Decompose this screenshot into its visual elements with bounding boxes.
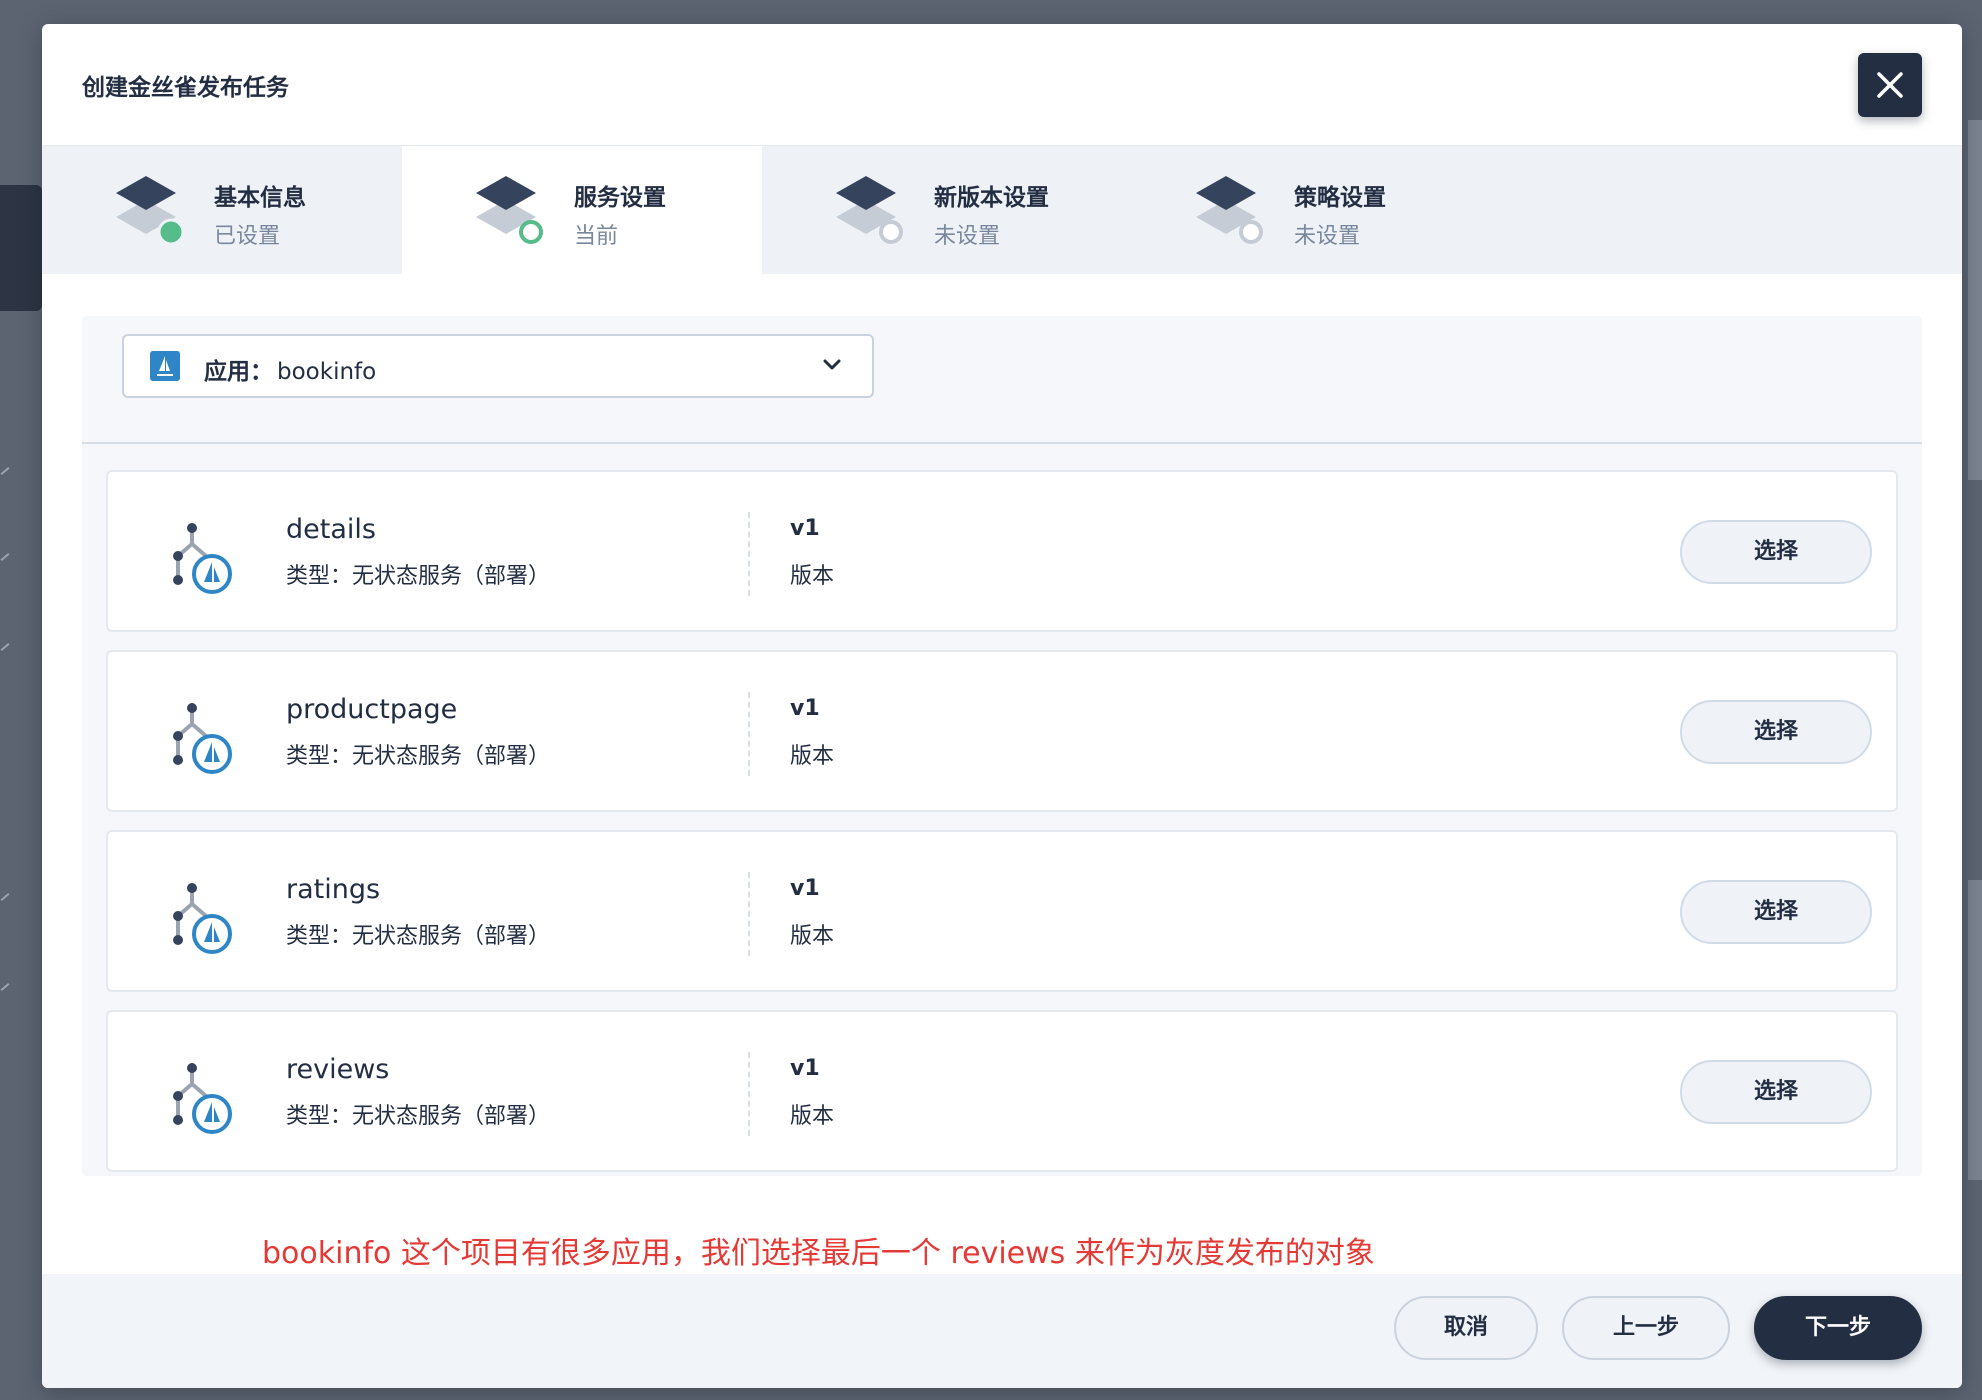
divider xyxy=(748,872,750,956)
step-title: 策略设置 xyxy=(1294,185,1386,211)
service-type: 类型：无状态服务（部署） xyxy=(286,744,551,769)
select-service-button[interactable]: 选择 xyxy=(1680,1060,1872,1124)
service-version: v1 xyxy=(790,876,820,901)
backdrop-mark xyxy=(0,893,10,901)
backdrop-mark xyxy=(0,467,10,475)
divider xyxy=(748,692,750,776)
step-service-settings[interactable]: 服务设置 当前 xyxy=(402,146,762,274)
annotation-note: bookinfo 这个项目有很多应用，我们选择最后一个 reviews 来作为灰… xyxy=(262,1236,1375,1271)
layers-icon xyxy=(116,176,185,246)
step-done-indicator xyxy=(157,218,185,246)
backdrop-mark xyxy=(0,553,10,561)
previous-step-button[interactable]: 上一步 xyxy=(1562,1296,1730,1360)
modal-title: 创建金丝雀发布任务 xyxy=(82,75,289,101)
service-version: v1 xyxy=(790,696,820,721)
service-row: productpage 类型：无状态服务（部署） v1 版本 选择 xyxy=(106,650,1898,812)
select-service-button[interactable]: 选择 xyxy=(1680,880,1872,944)
service-type: 类型：无状态服务（部署） xyxy=(286,564,551,589)
select-service-button[interactable]: 选择 xyxy=(1680,520,1872,584)
service-row: details 类型：无状态服务（部署） v1 版本 选择 xyxy=(106,470,1898,632)
divider xyxy=(748,512,750,596)
service-icon xyxy=(173,883,232,954)
step-new-version-settings[interactable]: 新版本设置 未设置 xyxy=(762,146,1122,274)
service-version-label: 版本 xyxy=(790,744,835,769)
step-strategy-settings[interactable]: 策略设置 未设置 xyxy=(1122,146,1482,274)
backdrop-mark xyxy=(0,643,10,651)
service-panel: 应用：bookinfo details 类型：无状态服务（部署） v1 版本 xyxy=(82,316,1922,1176)
layers-icon xyxy=(1196,176,1263,244)
canary-release-modal: 创建金丝雀发布任务 基本信息 已设置 服务设置 当前 新版本设置 未设置 策略设… xyxy=(42,24,1962,1388)
next-step-button[interactable]: 下一步 xyxy=(1754,1296,1922,1360)
layers-icon xyxy=(836,176,903,244)
step-title: 基本信息 xyxy=(214,185,306,211)
modal-footer: 取消 上一步 下一步 xyxy=(42,1274,1962,1388)
service-version: v1 xyxy=(790,1056,820,1081)
service-row: reviews 类型：无状态服务（部署） v1 版本 选择 xyxy=(106,1010,1898,1172)
backdrop-panel xyxy=(1968,880,1982,1180)
cancel-button[interactable]: 取消 xyxy=(1394,1296,1538,1360)
step-status: 已设置 xyxy=(214,224,281,249)
service-name: productpage xyxy=(286,694,458,725)
service-name: details xyxy=(286,514,376,545)
step-title: 新版本设置 xyxy=(934,185,1049,211)
divider xyxy=(748,1052,750,1136)
divider xyxy=(82,442,1922,444)
service-version: v1 xyxy=(790,516,820,541)
chevron-down-icon xyxy=(823,359,841,370)
app-select-label: 应用： bookinfo xyxy=(204,352,376,386)
service-icon xyxy=(173,703,232,774)
backdrop-panel xyxy=(1968,120,1982,480)
istio-app-icon xyxy=(150,351,180,381)
modal-header: 创建金丝雀发布任务 xyxy=(42,24,1962,146)
backdrop-mark xyxy=(0,983,10,991)
service-type: 类型：无状态服务（部署） xyxy=(286,924,551,949)
step-status: 当前 xyxy=(574,224,619,249)
app-select-prefix: 应用： xyxy=(204,359,273,385)
layers-icon xyxy=(476,176,543,244)
close-icon xyxy=(1877,72,1903,98)
select-service-button[interactable]: 选择 xyxy=(1680,700,1872,764)
service-name: reviews xyxy=(286,1054,390,1085)
step-pending-indicator xyxy=(879,220,903,244)
step-basic-info[interactable]: 基本信息 已设置 xyxy=(42,146,402,274)
step-title: 服务设置 xyxy=(574,185,666,211)
step-status: 未设置 xyxy=(1294,224,1361,249)
service-type: 类型：无状态服务（部署） xyxy=(286,1104,551,1129)
service-version-label: 版本 xyxy=(790,564,835,589)
service-row: ratings 类型：无状态服务（部署） v1 版本 选择 xyxy=(106,830,1898,992)
service-name: ratings xyxy=(286,874,381,905)
step-pending-indicator xyxy=(1239,220,1263,244)
app-select-value: bookinfo xyxy=(277,359,377,385)
close-button[interactable] xyxy=(1858,53,1922,117)
backdrop-sidebar xyxy=(0,185,42,311)
service-version-label: 版本 xyxy=(790,1104,835,1129)
step-current-indicator xyxy=(519,220,543,244)
service-icon xyxy=(173,1063,232,1134)
app-select[interactable]: 应用： bookinfo xyxy=(122,334,874,398)
step-status: 未设置 xyxy=(934,224,1001,249)
step-tabs: 基本信息 已设置 服务设置 当前 新版本设置 未设置 策略设置 未设置 xyxy=(42,146,1962,274)
service-version-label: 版本 xyxy=(790,924,835,949)
service-icon xyxy=(173,523,232,594)
